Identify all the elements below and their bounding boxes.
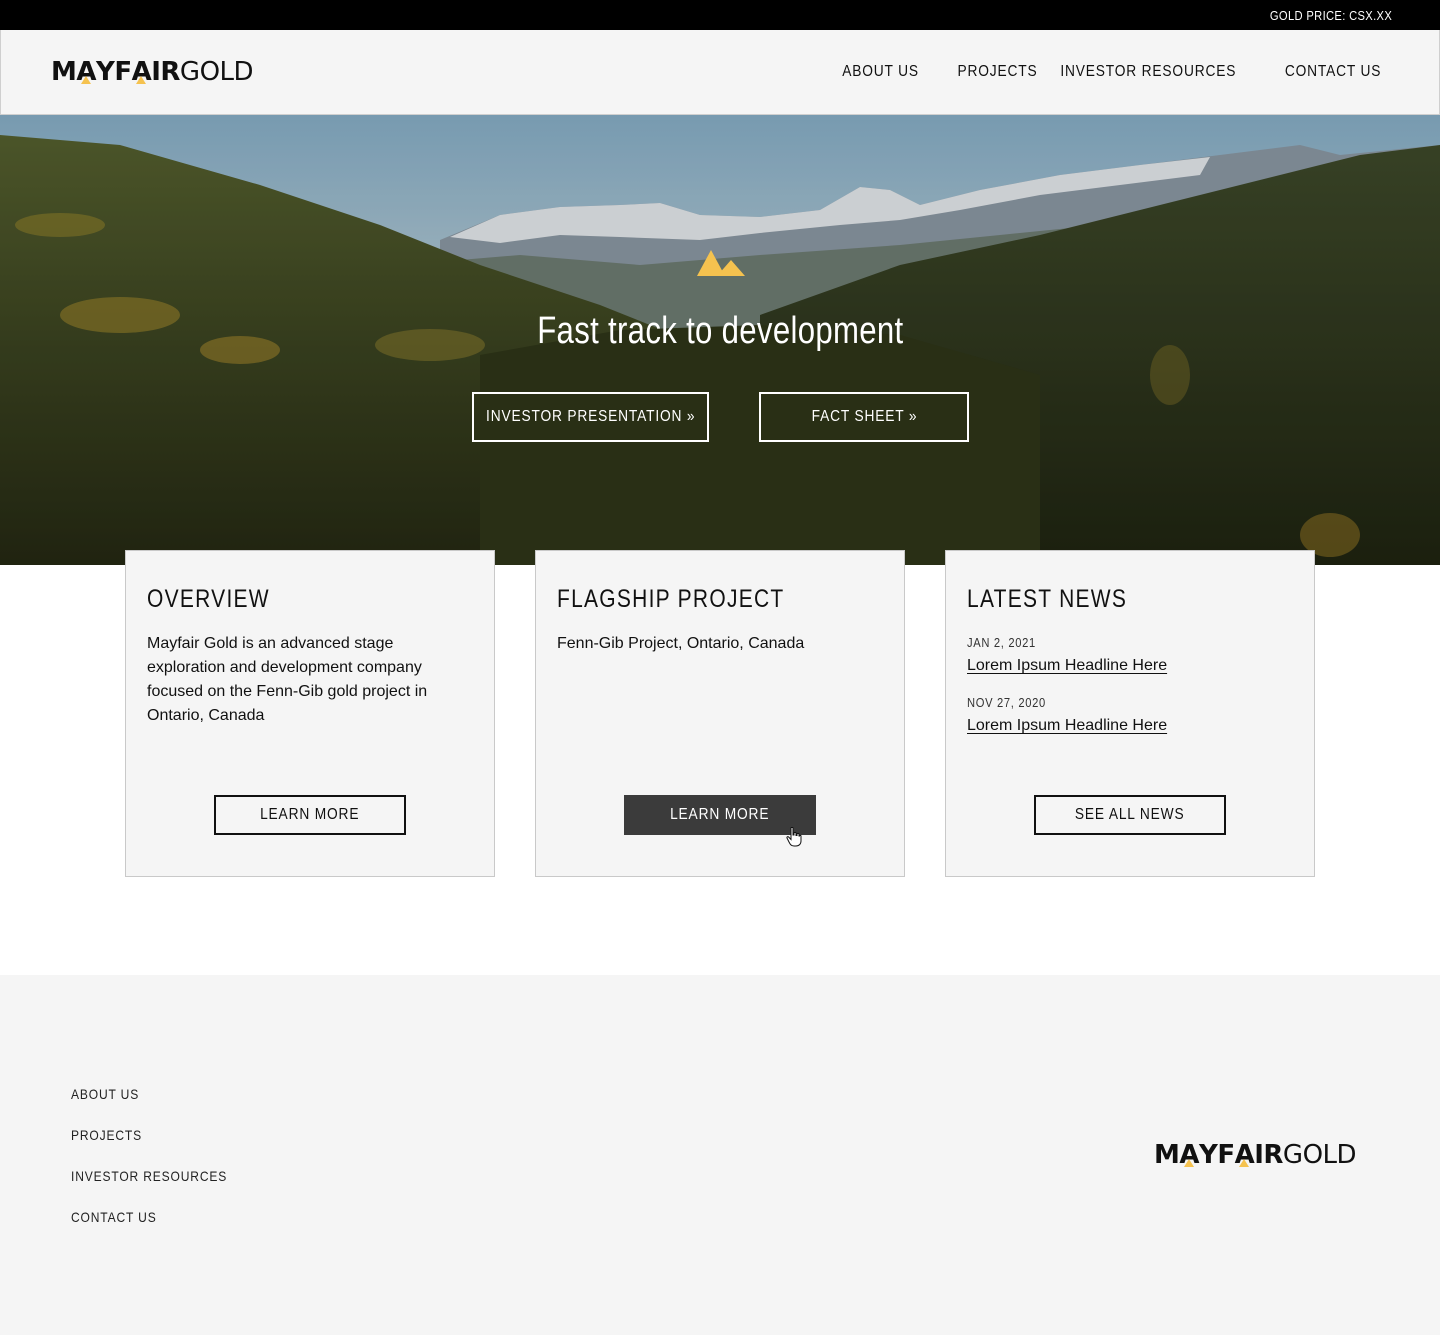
overview-learn-more-button[interactable]: LEARN MORE [214, 795, 406, 835]
nav-contact-us[interactable]: CONTACT US [1285, 63, 1381, 81]
nav-projects[interactable]: PROJECTS [957, 63, 1037, 81]
card-title: LATEST NEWS [967, 585, 1128, 613]
overview-card: OVERVIEW Mayfair Gold is an advanced sta… [125, 550, 495, 877]
latest-news-card: LATEST NEWS JAN 2, 2021 Lorem Ipsum Head… [945, 550, 1315, 877]
site-header: MA YFA IR GOLD ABOUT US PROJECTS INVESTOR R… [0, 30, 1440, 115]
card-text: Mayfair Gold is an advanced stage explor… [147, 635, 428, 724]
footer-logo[interactable]: MA YFA IR GOLD [1154, 1140, 1357, 1170]
site-footer: ABOUT US PROJECTS INVESTOR RESOURCES CON… [0, 975, 1440, 1335]
hero-banner: Fast track to development INVESTOR PRESE… [0, 115, 1440, 565]
logo-accent-icon [81, 76, 92, 84]
investor-presentation-button[interactable]: INVESTOR PRESENTATION » [472, 392, 709, 442]
nav-investor-resources[interactable]: INVESTOR RESOURCES [1061, 63, 1237, 81]
logo-wordmark-light: GOLD [179, 57, 254, 87]
logo-wordmark-bold: MA YFA IR [51, 57, 180, 87]
see-all-news-button[interactable]: SEE ALL NEWS [1034, 795, 1226, 835]
news-date: JAN 2, 2021 [967, 635, 1036, 650]
card-title: FLAGSHIP PROJECT [557, 585, 785, 613]
logo-wordmark-light: GOLD [1282, 1140, 1357, 1170]
footer-projects[interactable]: PROJECTS [71, 1127, 142, 1143]
logo-accent-icon [1184, 1159, 1195, 1167]
fact-sheet-button[interactable]: FACT SHEET » [759, 392, 969, 442]
footer-contact-us[interactable]: CONTACT US [71, 1209, 157, 1225]
flagship-project-card: FLAGSHIP PROJECT Fenn-Gib Project, Ontar… [535, 550, 905, 877]
hand-cursor-icon [786, 827, 802, 847]
site-logo[interactable]: MA YFA IR GOLD [51, 57, 254, 87]
logo-wordmark-bold: MA YFA IR [1154, 1140, 1283, 1170]
gold-price: GOLD PRICE: CSX.XX [1269, 8, 1392, 23]
news-date: NOV 27, 2020 [967, 695, 1046, 710]
news-headline-link[interactable]: Lorem Ipsum Headline Here [967, 717, 1167, 735]
card-text: Fenn-Gib Project, Ontario, Canada [557, 635, 805, 652]
nav-about-us[interactable]: ABOUT US [842, 63, 919, 81]
footer-investor-resources[interactable]: INVESTOR RESOURCES [71, 1168, 227, 1184]
footer-about-us[interactable]: ABOUT US [71, 1086, 139, 1102]
top-bar: GOLD PRICE: CSX.XX [0, 0, 1440, 30]
news-headline-link[interactable]: Lorem Ipsum Headline Here [967, 657, 1167, 675]
hero-title: Fast track to development [536, 310, 904, 352]
card-title: OVERVIEW [147, 585, 270, 613]
mountain-icon [697, 250, 745, 276]
